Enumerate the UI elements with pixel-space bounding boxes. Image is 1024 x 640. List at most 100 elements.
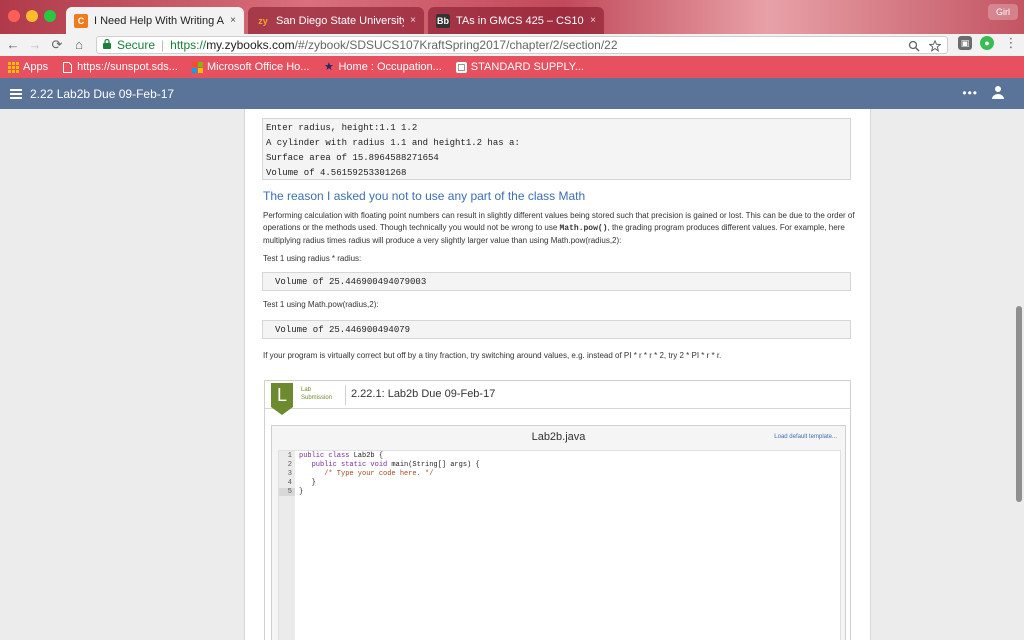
code-editor[interactable]: 1 2 3 4 5 public class Lab2b { public st… [278,450,841,640]
lab-title: 2.22.1: Lab2b Due 09-Feb-17 [351,388,496,400]
code-text: } [299,479,316,487]
test1-label: Test 1 using radius * radius: [263,254,362,263]
code-editor-container: Lab2b.java Load default template... 1 2 … [271,425,846,640]
more-options-icon[interactable]: ••• [962,86,978,100]
chegg-icon: C [74,13,88,28]
tab-blackboard[interactable]: Bb TAs in GMCS 425 – CS107-0 × [428,7,604,34]
tab-title: TAs in GMCS 425 – CS107-0 [456,14,584,27]
zybooks-icon: zy [258,15,268,26]
line-number: 5 [287,488,292,496]
browser-toolbar: ← → ⟳ ⌂ Secure | https://my.zybooks.com /… [0,34,1024,56]
reload-button[interactable]: ⟳ [48,36,66,54]
bookmark-label: Apps [23,61,49,73]
code-line: /* Type your code here. */ [299,470,433,478]
extension-icon[interactable]: ● [980,36,994,50]
tab-title: San Diego State University CS [276,14,405,27]
inline-code: Math.pow() [559,224,608,233]
url-scheme: https:// [170,38,207,52]
output-line: Surface area of 15.8964588271654 [266,153,439,163]
user-icon[interactable] [992,85,1004,99]
maximize-window-button[interactable] [44,10,56,22]
back-button[interactable]: ← [4,36,22,54]
apps-icon [8,61,19,73]
output-line: Volume of 4.56159253301268 [266,168,407,178]
lab-submission-panel: L Lab Submission 2.22.1: Lab2b Due 09-Fe… [264,380,851,640]
close-window-button[interactable] [8,10,20,22]
divider [345,385,346,405]
minimize-window-button[interactable] [26,10,38,22]
lab-header: L Lab Submission 2.22.1: Lab2b Due 09-Fe… [265,381,850,415]
forward-button[interactable]: → [26,36,44,54]
line-number: 4 [287,479,292,487]
output-line: A cylinder with radius 1.1 and height1.2… [266,138,520,148]
keyword: public static void [299,461,392,469]
code-line: } [299,479,316,487]
test2-output-block: Volume of 25.446900494079 [262,320,851,339]
star-icon[interactable] [928,39,942,52]
output-line: Volume of 25.446900494079003 [275,277,427,287]
tab-chegg[interactable]: C I Need Help With Writing A Ja × [66,7,244,34]
lab-badge-icon: L [271,383,293,415]
keyword: public class [299,452,354,460]
tab-title: I Need Help With Writing A Ja [94,14,225,27]
bookmark-label: STANDARD SUPPLY... [470,61,584,73]
url-separator: | [161,38,165,52]
browser-tab-bar: C I Need Help With Writing A Ja × zy San… [0,0,1024,34]
bookmark-label: https://sunspot.sds... [77,61,178,73]
instagram-extension-icon[interactable]: ▣ [958,36,972,50]
page-icon [62,61,73,73]
load-default-template-link[interactable]: Load default template... [774,434,837,440]
address-bar[interactable]: Secure | https://my.zybooks.com/#/zybook… [96,36,948,54]
code-comment: /* Type your code here. */ [299,470,434,478]
home-button[interactable]: ⌂ [70,36,88,54]
bookmark-supply[interactable]: ▢ STANDARD SUPPLY... [455,61,584,73]
bookmarks-bar: Apps https://sunspot.sds... Microsoft Of… [0,56,1024,78]
close-tab-icon[interactable]: × [590,15,596,26]
output-line: Volume of 25.446900494079 [275,325,411,335]
section-heading: The reason I asked you not to use any pa… [263,189,586,203]
profile-button[interactable]: Girl [988,4,1018,20]
code-text: } [299,488,304,496]
supply-icon: ▢ [455,61,467,73]
omnibox-actions [908,38,942,52]
closing-paragraph: If your program is virtually correct but… [263,351,722,360]
code-line: } [299,488,303,496]
line-number: 2 [287,461,292,469]
scrollbar[interactable] [1016,306,1022,502]
url-host: my.zybooks.com [206,38,295,52]
lock-icon [103,38,115,52]
lab-type-line: Submission [301,395,333,401]
bookmark-occupation[interactable]: ★ Home : Occupation... [323,60,442,73]
office-icon [191,61,203,73]
page-title: 2.22 Lab2b Due 09-Feb-17 [30,86,175,101]
code-text: main(String[] args) { [391,461,480,469]
editor-header: Lab2b.java Load default template... [272,426,845,448]
bookmark-sunspot[interactable]: https://sunspot.sds... [62,61,178,73]
blackboard-icon: Bb [436,13,450,28]
secure-label: Secure [117,38,156,52]
close-tab-icon[interactable]: × [230,15,236,26]
bookmark-label: Microsoft Office Ho... [206,61,310,73]
bookmark-label: Home : Occupation... [338,61,442,73]
program-output-block: Enter radius, height:1.1 1.2 A cylinder … [262,118,851,180]
hamburger-menu-icon[interactable] [10,88,22,99]
zoom-icon[interactable] [908,40,920,52]
test1-output-block: Volume of 25.446900494079003 [262,272,851,291]
close-tab-icon[interactable]: × [410,15,416,26]
lab-type-label: Lab Submission [301,386,332,402]
code-text: Lab2b { [353,452,384,460]
tab-zybooks[interactable]: zy San Diego State University CS × [248,7,424,34]
lab-type-line: Lab [301,387,312,393]
browser-menu-icon[interactable]: ⋮ [1004,36,1018,50]
bookmark-office[interactable]: Microsoft Office Ho... [191,61,310,73]
zybooks-header: 2.22 Lab2b Due 09-Feb-17 ••• [0,78,1024,109]
lab-badge-letter: L [276,385,287,405]
line-number: 1 [287,452,292,460]
file-name: Lab2b.java [531,431,586,443]
output-line: Enter radius, height:1.1 1.2 [266,123,418,133]
star-icon: ★ [324,60,334,73]
explanation-paragraph: Performing calculation with floating poi… [263,210,855,247]
bookmark-apps[interactable]: Apps [8,61,48,73]
code-line: public class Lab2b { [299,452,383,460]
url-path: /#/zybook/SDSUCS107KraftSpring2017/chapt… [294,38,618,52]
